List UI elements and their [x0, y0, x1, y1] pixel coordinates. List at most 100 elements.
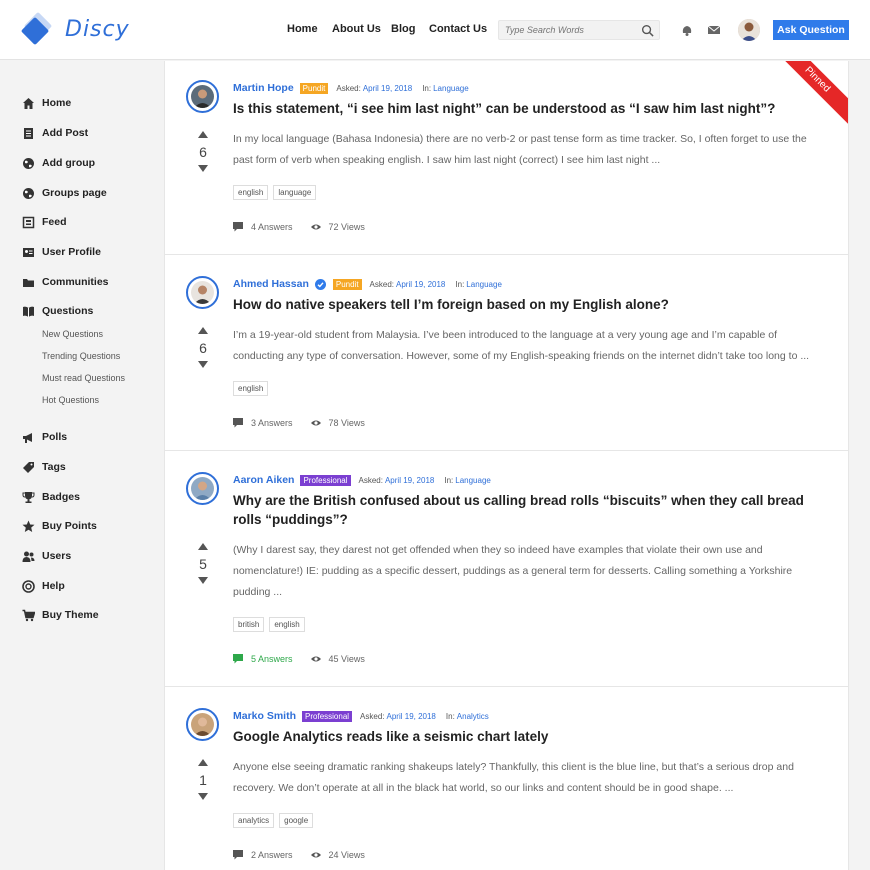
- vote-down-icon[interactable]: [198, 165, 208, 172]
- question-category[interactable]: Language: [433, 84, 469, 93]
- answers-count[interactable]: 5 Answers: [251, 654, 293, 664]
- question-category[interactable]: Analytics: [457, 712, 489, 721]
- sidebar-item-label: Badges: [42, 491, 80, 503]
- sidebar-item-communities[interactable]: Communities: [22, 274, 109, 290]
- notification-icon[interactable]: [680, 23, 694, 37]
- author-avatar[interactable]: [186, 276, 219, 309]
- question-excerpt: In my local language (Bahasa Indonesia) …: [233, 133, 807, 166]
- question-title[interactable]: Why are the British confused about us ca…: [233, 491, 823, 529]
- sidebar-item-label: Home: [42, 97, 72, 109]
- home-icon: [23, 97, 34, 109]
- sidebar-item-user-profile[interactable]: User Profile: [22, 244, 101, 260]
- users-icon: [22, 551, 35, 562]
- mail-icon[interactable]: [707, 23, 721, 37]
- sidebar-item-add-group[interactable]: Add group: [22, 155, 95, 171]
- tag[interactable]: british: [233, 617, 265, 632]
- question-card: Ahmed Hassan Pundit Asked: April 19, 201…: [165, 255, 848, 451]
- sidebar-item-buy-theme[interactable]: Buy Theme: [22, 607, 99, 623]
- sidebar-item-feed[interactable]: Feed: [22, 214, 67, 230]
- cart-icon: [22, 609, 35, 621]
- vote-control: 5: [193, 543, 213, 584]
- vote-up-icon[interactable]: [198, 759, 208, 766]
- nav-blog[interactable]: Blog: [391, 23, 415, 35]
- author-name[interactable]: Aaron Aiken: [233, 474, 294, 486]
- author-avatar[interactable]: [186, 708, 219, 741]
- question-date[interactable]: April 19, 2018: [385, 476, 434, 485]
- author-avatar[interactable]: [186, 472, 219, 505]
- answers-count[interactable]: 4 Answers: [251, 222, 293, 232]
- author-name[interactable]: Martin Hope: [233, 82, 294, 94]
- nav-home[interactable]: Home: [287, 23, 318, 35]
- comment-icon: [233, 654, 243, 664]
- sidebar-item-polls[interactable]: Polls: [22, 429, 67, 445]
- question-date[interactable]: April 19, 2018: [363, 84, 412, 93]
- search-input[interactable]: [505, 23, 635, 37]
- views-count: 24 Views: [328, 850, 365, 860]
- question-title[interactable]: Google Analytics reads like a seismic ch…: [233, 727, 823, 746]
- question-list: Martin Hope Pundit Asked: April 19, 2018…: [164, 61, 849, 870]
- author-avatar[interactable]: [186, 80, 219, 113]
- sidebar-item-buy-points[interactable]: Buy Points: [22, 518, 97, 534]
- tag[interactable]: english: [233, 381, 269, 396]
- tag-icon: [23, 461, 34, 473]
- sidebar-item-label: Buy Theme: [42, 609, 99, 621]
- sidebar-item-help[interactable]: Help: [22, 578, 65, 594]
- tag[interactable]: google: [279, 813, 314, 828]
- sidebar-item-tags[interactable]: Tags: [22, 459, 66, 475]
- eye-icon: [310, 224, 321, 230]
- question-category[interactable]: Language: [466, 280, 502, 289]
- asked-label: Asked:: [336, 83, 361, 93]
- tag[interactable]: english: [233, 185, 269, 200]
- answers-count[interactable]: 2 Answers: [251, 850, 293, 860]
- sidebar-item-home[interactable]: Home: [22, 95, 71, 111]
- sidebar-item-users[interactable]: Users: [22, 548, 71, 564]
- user-avatar[interactable]: [738, 19, 760, 41]
- sidebar-item-groups-page[interactable]: Groups page: [22, 185, 107, 201]
- logo-icon[interactable]: [20, 12, 56, 48]
- question-meta: Ahmed Hassan Pundit Asked: April 19, 201…: [233, 277, 502, 291]
- sidebar-item-badges[interactable]: Badges: [22, 489, 80, 505]
- sidebar-item-add-post[interactable]: Add Post: [22, 125, 88, 141]
- question-title[interactable]: Is this statement, “i see him last night…: [233, 99, 823, 118]
- tag-list: analytics google: [233, 813, 318, 828]
- tag[interactable]: english: [269, 617, 305, 632]
- views-count: 72 Views: [328, 222, 365, 232]
- tag[interactable]: language: [273, 185, 317, 200]
- author-badge: Professional: [300, 474, 351, 486]
- vote-up-icon[interactable]: [198, 543, 208, 550]
- logo-text[interactable]: Discy: [65, 17, 130, 42]
- author-name[interactable]: Ahmed Hassan: [233, 278, 309, 290]
- sidebar-sub-new-questions[interactable]: New Questions: [42, 329, 103, 339]
- sidebar-sub-trending-questions[interactable]: Trending Questions: [42, 351, 120, 361]
- comment-icon: [233, 418, 243, 428]
- question-date[interactable]: April 19, 2018: [387, 712, 436, 721]
- sidebar-sub-hot-questions[interactable]: Hot Questions: [42, 395, 99, 405]
- author-name[interactable]: Marko Smith: [233, 710, 296, 722]
- vote-down-icon[interactable]: [198, 577, 208, 584]
- vote-up-icon[interactable]: [198, 327, 208, 334]
- tag-list: english: [233, 381, 273, 396]
- question-date[interactable]: April 19, 2018: [396, 280, 445, 289]
- globe-icon: [23, 157, 34, 169]
- folder-icon: [23, 278, 34, 287]
- sidebar-sub-must-read-questions[interactable]: Must read Questions: [42, 373, 125, 383]
- question-category[interactable]: Language: [455, 476, 491, 485]
- nav-contact-us[interactable]: Contact Us: [429, 23, 487, 35]
- search-icon[interactable]: [641, 24, 654, 37]
- vote-down-icon[interactable]: [198, 793, 208, 800]
- sidebar-item-label: Users: [42, 550, 72, 562]
- question-card: Aaron Aiken Professional Asked: April 19…: [165, 451, 848, 687]
- question-title[interactable]: How do native speakers tell I’m foreign …: [233, 295, 823, 314]
- document-icon: [24, 127, 33, 139]
- eye-icon: [310, 852, 321, 858]
- tag-list: british english: [233, 617, 310, 632]
- sidebar-item-questions[interactable]: Questions: [22, 303, 93, 319]
- vote-up-icon[interactable]: [198, 131, 208, 138]
- sidebar: Home Add Post Add group Groups page Feed…: [0, 61, 163, 870]
- nav-about-us[interactable]: About Us: [332, 23, 381, 35]
- answers-count[interactable]: 3 Answers: [251, 418, 293, 428]
- tag[interactable]: analytics: [233, 813, 275, 828]
- vote-down-icon[interactable]: [198, 361, 208, 368]
- ask-question-button[interactable]: Ask Question: [773, 20, 849, 40]
- author-badge: Pundit: [299, 82, 329, 94]
